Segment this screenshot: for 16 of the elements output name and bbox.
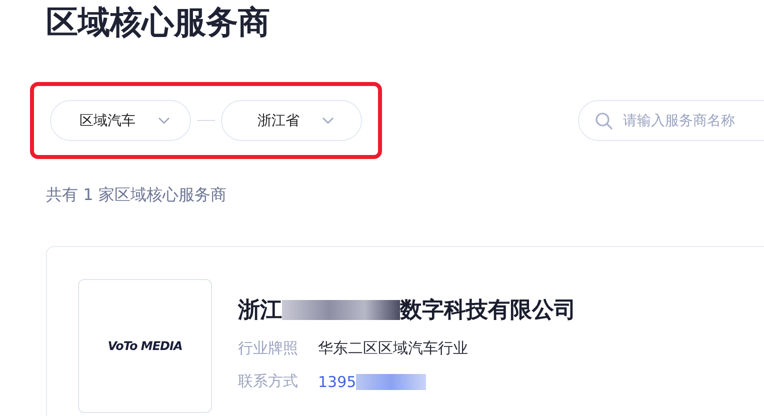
company-name: 数字科技有限公司: [400, 296, 576, 325]
page-title: 区域核心服务商: [46, 2, 271, 42]
phone-number: 1395: [318, 372, 356, 390]
result-count: 共有 1 家区域核心服务商: [46, 185, 228, 206]
search-field[interactable]: 请输入服务商名称: [578, 100, 764, 141]
company-logo: VoTo MEDIA: [108, 339, 182, 353]
field-label: 联系方式: [238, 372, 298, 391]
filter-dropdown[interactable]: 区域汽车: [50, 100, 191, 141]
search-icon: [595, 112, 613, 130]
filter-dropdown[interactable]: 浙江省: [221, 100, 362, 141]
field-value: 华东二区区域汽车行业: [318, 339, 468, 358]
company-name: 浙江: [238, 297, 282, 325]
redacted-text: [356, 374, 426, 390]
chevron-down-icon: [158, 117, 170, 124]
chevron-down-icon: [322, 117, 334, 124]
field-label: 行业牌照: [238, 339, 298, 358]
